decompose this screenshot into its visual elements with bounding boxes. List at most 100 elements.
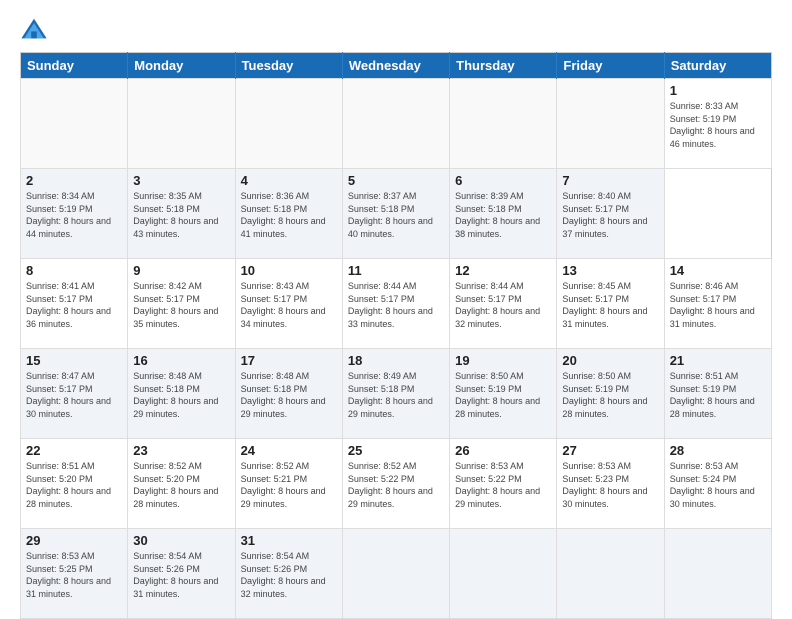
day-info: Sunrise: 8:48 AMSunset: 5:18 PMDaylight:… xyxy=(133,370,229,420)
calendar-table: SundayMondayTuesdayWednesdayThursdayFrid… xyxy=(20,52,772,619)
day-info: Sunrise: 8:39 AMSunset: 5:18 PMDaylight:… xyxy=(455,190,551,240)
day-info: Sunrise: 8:44 AMSunset: 5:17 PMDaylight:… xyxy=(348,280,444,330)
day-info: Sunrise: 8:36 AMSunset: 5:18 PMDaylight:… xyxy=(241,190,337,240)
day-info: Sunrise: 8:34 AMSunset: 5:19 PMDaylight:… xyxy=(26,190,122,240)
calendar-day-cell: 23Sunrise: 8:52 AMSunset: 5:20 PMDayligh… xyxy=(128,439,235,529)
day-info: Sunrise: 8:47 AMSunset: 5:17 PMDaylight:… xyxy=(26,370,122,420)
calendar-day-cell: 21 Sunrise: 8:51 AMSunset: 5:19 PMDayligh… xyxy=(664,349,771,439)
day-info: Sunrise: 8:40 AMSunset: 5:17 PMDaylight:… xyxy=(562,190,658,240)
calendar-day-cell: 26 Sunrise: 8:53 AMSunset: 5:22 PMDayligh… xyxy=(450,439,557,529)
calendar-day-cell: 9 Sunrise: 8:42 AMSunset: 5:17 PMDaylight… xyxy=(128,259,235,349)
day-info: Sunrise: 8:41 AMSunset: 5:17 PMDaylight:… xyxy=(26,280,122,330)
day-info: Sunrise: 8:45 AMSunset: 5:17 PMDaylight:… xyxy=(562,280,658,330)
day-info: Sunrise: 8:43 AMSunset: 5:17 PMDaylight:… xyxy=(241,280,337,330)
calendar-day-cell: 25Sunrise: 8:52 AMSunset: 5:22 PMDayligh… xyxy=(342,439,449,529)
calendar-week-row: 29 Sunrise: 8:53 AMSunset: 5:25 PMDayligh… xyxy=(21,529,772,619)
calendar-day-cell: 8 Sunrise: 8:41 AMSunset: 5:17 PMDaylight… xyxy=(21,259,128,349)
weekday-header-saturday: Saturday xyxy=(664,53,771,79)
day-info: Sunrise: 8:50 AMSunset: 5:19 PMDaylight:… xyxy=(455,370,551,420)
day-info: Sunrise: 8:52 AMSunset: 5:20 PMDaylight:… xyxy=(133,460,229,510)
day-number: 29 xyxy=(26,533,122,548)
calendar-week-row: 8 Sunrise: 8:41 AMSunset: 5:17 PMDaylight… xyxy=(21,259,772,349)
day-number: 26 xyxy=(455,443,551,458)
day-info: Sunrise: 8:37 AMSunset: 5:18 PMDaylight:… xyxy=(348,190,444,240)
calendar-day-cell: 29 Sunrise: 8:53 AMSunset: 5:25 PMDayligh… xyxy=(21,529,128,619)
empty-cell xyxy=(235,79,342,169)
day-info: Sunrise: 8:54 AMSunset: 5:26 PMDaylight:… xyxy=(133,550,229,600)
calendar-day-cell: 27Sunrise: 8:53 AMSunset: 5:23 PMDayligh… xyxy=(557,439,664,529)
day-number: 19 xyxy=(455,353,551,368)
calendar-day-cell: 15 Sunrise: 8:47 AMSunset: 5:17 PMDayligh… xyxy=(21,349,128,439)
day-info: Sunrise: 8:49 AMSunset: 5:18 PMDaylight:… xyxy=(348,370,444,420)
calendar-day-cell: 14Sunrise: 8:46 AMSunset: 5:17 PMDayligh… xyxy=(664,259,771,349)
day-info: Sunrise: 8:53 AMSunset: 5:25 PMDaylight:… xyxy=(26,550,122,600)
empty-cell xyxy=(21,79,128,169)
day-info: Sunrise: 8:51 AMSunset: 5:19 PMDaylight:… xyxy=(670,370,766,420)
day-info: Sunrise: 8:54 AMSunset: 5:26 PMDaylight:… xyxy=(241,550,337,600)
calendar-day-cell: 30 Sunrise: 8:54 AMSunset: 5:26 PMDayligh… xyxy=(128,529,235,619)
day-number: 9 xyxy=(133,263,229,278)
day-number: 5 xyxy=(348,173,444,188)
calendar-day-cell: 4 Sunrise: 8:36 AMSunset: 5:18 PMDaylight… xyxy=(235,169,342,259)
day-number: 6 xyxy=(455,173,551,188)
calendar-day-cell: 20 Sunrise: 8:50 AMSunset: 5:19 PMDayligh… xyxy=(557,349,664,439)
weekday-header-tuesday: Tuesday xyxy=(235,53,342,79)
day-info: Sunrise: 8:53 AMSunset: 5:22 PMDaylight:… xyxy=(455,460,551,510)
weekday-header-thursday: Thursday xyxy=(450,53,557,79)
day-number: 17 xyxy=(241,353,337,368)
day-number: 12 xyxy=(455,263,551,278)
day-number: 14 xyxy=(670,263,766,278)
page: SundayMondayTuesdayWednesdayThursdayFrid… xyxy=(0,0,792,612)
day-number: 2 xyxy=(26,173,122,188)
day-number: 7 xyxy=(562,173,658,188)
empty-cell xyxy=(342,79,449,169)
empty-cell xyxy=(342,529,449,619)
day-number: 1 xyxy=(670,83,766,98)
calendar-week-row: 15 Sunrise: 8:47 AMSunset: 5:17 PMDayligh… xyxy=(21,349,772,439)
calendar-day-cell: 19 Sunrise: 8:50 AMSunset: 5:19 PMDayligh… xyxy=(450,349,557,439)
empty-cell xyxy=(450,529,557,619)
calendar-day-cell: 12Sunrise: 8:44 AMSunset: 5:17 PMDayligh… xyxy=(450,259,557,349)
day-number: 24 xyxy=(241,443,337,458)
calendar-week-row: 22Sunrise: 8:51 AMSunset: 5:20 PMDayligh… xyxy=(21,439,772,529)
day-info: Sunrise: 8:52 AMSunset: 5:22 PMDaylight:… xyxy=(348,460,444,510)
weekday-header-sunday: Sunday xyxy=(21,53,128,79)
day-info: Sunrise: 8:53 AMSunset: 5:23 PMDaylight:… xyxy=(562,460,658,510)
day-number: 16 xyxy=(133,353,229,368)
calendar-day-cell: 16 Sunrise: 8:48 AMSunset: 5:18 PMDayligh… xyxy=(128,349,235,439)
day-info: Sunrise: 8:33 AMSunset: 5:19 PMDaylight:… xyxy=(670,100,766,150)
day-number: 4 xyxy=(241,173,337,188)
empty-cell xyxy=(557,79,664,169)
header xyxy=(20,16,772,44)
day-info: Sunrise: 8:52 AMSunset: 5:21 PMDaylight:… xyxy=(241,460,337,510)
calendar-day-cell: 3 Sunrise: 8:35 AMSunset: 5:18 PMDaylight… xyxy=(128,169,235,259)
calendar-day-cell: 31 Sunrise: 8:54 AMSunset: 5:26 PMDayligh… xyxy=(235,529,342,619)
logo-icon xyxy=(20,16,48,44)
calendar-day-cell: 28Sunrise: 8:53 AMSunset: 5:24 PMDayligh… xyxy=(664,439,771,529)
day-info: Sunrise: 8:35 AMSunset: 5:18 PMDaylight:… xyxy=(133,190,229,240)
day-number: 30 xyxy=(133,533,229,548)
calendar-day-cell: 7 Sunrise: 8:40 AMSunset: 5:17 PMDaylight… xyxy=(557,169,664,259)
day-number: 28 xyxy=(670,443,766,458)
day-info: Sunrise: 8:51 AMSunset: 5:20 PMDaylight:… xyxy=(26,460,122,510)
calendar-day-cell: 18Sunrise: 8:49 AMSunset: 5:18 PMDayligh… xyxy=(342,349,449,439)
day-info: Sunrise: 8:50 AMSunset: 5:19 PMDaylight:… xyxy=(562,370,658,420)
empty-cell xyxy=(664,529,771,619)
day-info: Sunrise: 8:42 AMSunset: 5:17 PMDaylight:… xyxy=(133,280,229,330)
empty-cell xyxy=(450,79,557,169)
calendar-day-cell: 13 Sunrise: 8:45 AMSunset: 5:17 PMDayligh… xyxy=(557,259,664,349)
empty-cell xyxy=(128,79,235,169)
calendar-week-row: 1 Sunrise: 8:33 AMSunset: 5:19 PMDaylight… xyxy=(21,79,772,169)
calendar-day-cell: 17 Sunrise: 8:48 AMSunset: 5:18 PMDayligh… xyxy=(235,349,342,439)
day-number: 3 xyxy=(133,173,229,188)
day-number: 31 xyxy=(241,533,337,548)
calendar-day-cell: 2 Sunrise: 8:34 AMSunset: 5:19 PMDaylight… xyxy=(21,169,128,259)
day-number: 20 xyxy=(562,353,658,368)
day-number: 15 xyxy=(26,353,122,368)
day-number: 13 xyxy=(562,263,658,278)
day-number: 8 xyxy=(26,263,122,278)
day-number: 21 xyxy=(670,353,766,368)
day-info: Sunrise: 8:48 AMSunset: 5:18 PMDaylight:… xyxy=(241,370,337,420)
weekday-header-monday: Monday xyxy=(128,53,235,79)
weekday-header-friday: Friday xyxy=(557,53,664,79)
